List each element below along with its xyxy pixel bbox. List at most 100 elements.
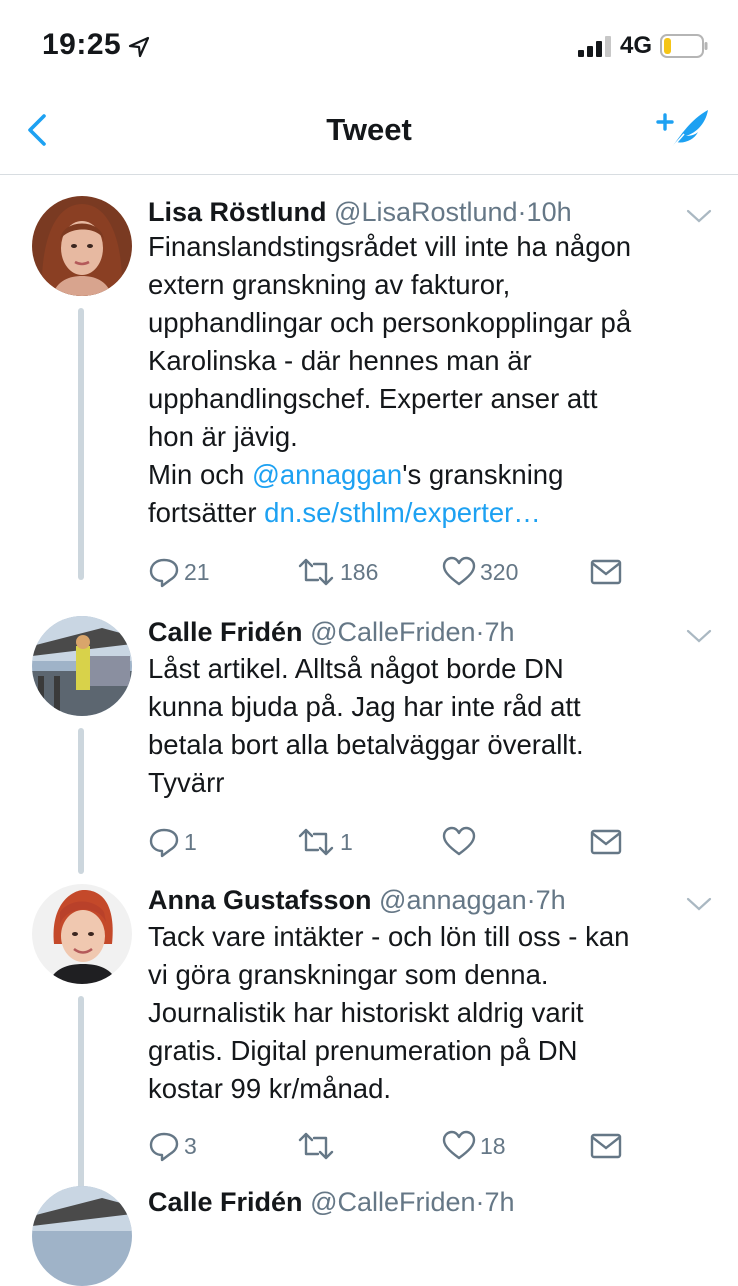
page-title: Tweet: [326, 112, 412, 147]
retweet-button[interactable]: 1: [296, 822, 353, 862]
like-count: 18: [480, 1132, 506, 1159]
display-name[interactable]: Anna Gustafsson: [148, 885, 372, 915]
timestamp: 7h: [535, 885, 566, 915]
text-line: hon är jävig.: [148, 421, 298, 452]
reply-icon: [149, 558, 179, 588]
avatar[interactable]: [32, 884, 132, 984]
heart-icon: [442, 826, 476, 856]
text-line: Låst artikel. Alltså något borde DN: [148, 653, 564, 684]
chevron-down-icon[interactable]: [686, 628, 712, 644]
tweet-text: Tack vare intäkter - och lön till oss - …: [148, 918, 728, 1108]
status-time: 19:25: [42, 28, 122, 61]
like-button[interactable]: 320: [442, 552, 518, 592]
thread-line: [78, 996, 84, 1196]
reply-icon: [149, 828, 179, 858]
retweet-count: 186: [340, 558, 379, 585]
heart-icon: [442, 556, 476, 586]
tweet-actions: 1 1: [148, 822, 638, 862]
tweet-header: Calle Fridén @CalleFriden·7h: [148, 1186, 515, 1218]
text-line: Journalistik har historiskt aldrig varit: [148, 997, 584, 1028]
text-line: Tyvärr: [148, 767, 225, 798]
separator-dot: ·: [475, 1187, 485, 1217]
text-line: Karolinska - där hennes man är: [148, 345, 532, 376]
chevron-down-icon[interactable]: [686, 896, 712, 912]
like-count: 320: [480, 558, 519, 585]
share-dm-button[interactable]: [590, 822, 622, 862]
separator-dot: ·: [526, 885, 536, 915]
text-line: upphandlingschef. Experter anser att: [148, 383, 598, 414]
retweet-count: 1: [340, 828, 353, 855]
battery-low-icon: [660, 34, 708, 58]
reply-count: 21: [184, 558, 210, 585]
retweet-button[interactable]: [296, 1126, 340, 1166]
display-name[interactable]: Calle Fridén: [148, 617, 303, 647]
signal-bars-icon: [578, 36, 611, 57]
thread-line: [78, 308, 84, 580]
tweet-header: Anna Gustafsson @annaggan·7h: [148, 884, 566, 916]
tweet-header: Calle Fridén @CalleFriden·7h: [148, 616, 515, 648]
tweet-actions: 3 18: [148, 1126, 638, 1166]
nav-bar: Tweet: [0, 90, 738, 175]
text-line: betala bort alla betalväggar överallt.: [148, 729, 584, 760]
reply-count: 3: [184, 1132, 197, 1159]
reply-button[interactable]: 1: [148, 822, 197, 862]
display-name[interactable]: Lisa Röstlund: [148, 197, 327, 227]
text-segment: fortsätter: [148, 497, 265, 528]
avatar[interactable]: [32, 196, 132, 296]
mention-link[interactable]: @annaggan: [252, 459, 402, 490]
text-line: kostar 99 kr/månad.: [148, 1073, 392, 1104]
tweet-text: Finanslandstingsrådet vill inte ha någon…: [148, 228, 728, 532]
text-line: vi göra granskningar som denna.: [148, 959, 549, 990]
user-handle[interactable]: @CalleFriden: [310, 617, 475, 647]
envelope-icon: [590, 1133, 622, 1159]
avatar-photo: [32, 884, 132, 984]
share-dm-button[interactable]: [590, 1126, 622, 1166]
user-handle[interactable]: @LisaRostlund: [334, 197, 518, 227]
text-line: extern granskning av fakturor,: [148, 269, 511, 300]
text-line: Min och @annaggan's granskning: [148, 456, 728, 494]
user-handle[interactable]: @annaggan: [379, 885, 527, 915]
heart-icon: [442, 1130, 476, 1160]
display-name[interactable]: Calle Fridén: [148, 1187, 303, 1217]
avatar[interactable]: [32, 616, 132, 716]
avatar-photo: [32, 196, 132, 296]
reply-button[interactable]: 21: [148, 552, 210, 592]
user-handle[interactable]: @CalleFriden: [310, 1187, 475, 1217]
retweet-button[interactable]: 186: [296, 552, 378, 592]
text-line: fortsätter dn.se/sthlm/experter…: [148, 494, 728, 532]
share-dm-button[interactable]: [590, 552, 622, 592]
text-line: kunna bjuda på. Jag har inte råd att: [148, 691, 581, 722]
text-segment: Min och: [148, 459, 252, 490]
timestamp: 10h: [526, 197, 572, 227]
retweet-icon: [298, 1132, 334, 1160]
location-arrow-icon: [128, 36, 150, 58]
separator-dot: ·: [475, 617, 485, 647]
avatar[interactable]: [32, 1186, 132, 1286]
compose-tweet-icon[interactable]: [654, 106, 712, 154]
retweet-icon: [298, 558, 334, 586]
text-line: Tack vare intäkter - och lön till oss - …: [148, 921, 630, 952]
envelope-icon: [590, 559, 622, 585]
like-button[interactable]: 18: [442, 1126, 506, 1166]
text-line: gratis. Digital prenumeration på DN: [148, 1035, 578, 1066]
text-segment: 's granskning: [402, 459, 564, 490]
text-line: Finanslandstingsrådet vill inte ha någon: [148, 231, 632, 262]
tweet-text: Låst artikel. Alltså något borde DN kunn…: [148, 650, 728, 802]
like-button[interactable]: [442, 822, 480, 862]
chevron-down-icon[interactable]: [686, 208, 712, 224]
reply-button[interactable]: 3: [148, 1126, 197, 1166]
thread-line: [78, 728, 84, 874]
network-type: 4G: [620, 32, 653, 59]
status-bar: 19:25 4G: [0, 0, 738, 90]
text-line: upphandlingar och personkopplingar på: [148, 307, 632, 338]
retweet-icon: [298, 828, 334, 856]
url-link[interactable]: dn.se/sthlm/experter…: [264, 497, 541, 528]
envelope-icon: [590, 829, 622, 855]
tweet-header: Lisa Röstlund @LisaRostlund·10h: [148, 196, 572, 228]
avatar-photo: [32, 1186, 132, 1286]
reply-icon: [149, 1132, 179, 1162]
avatar-photo: [32, 616, 132, 716]
reply-count: 1: [184, 828, 197, 855]
separator-dot: ·: [517, 197, 527, 227]
tweet-actions: 21 186 320: [148, 552, 638, 592]
